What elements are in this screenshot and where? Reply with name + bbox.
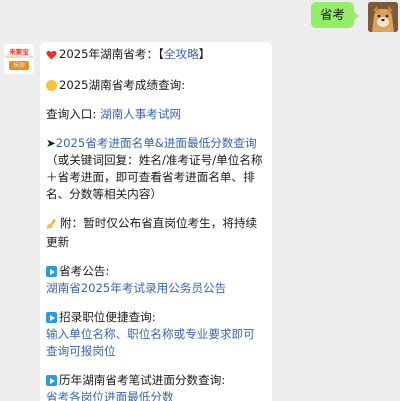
line-announcement: 省考公告: 湖南省2025年考试录用公务员公告 — [46, 263, 266, 297]
user-message-text: 省考 — [319, 7, 345, 22]
line-guide: 2025年湖南省考：【全攻略】 — [46, 46, 266, 65]
history-scores-title: 历年湖南省考笔试进面分数查询: — [59, 373, 226, 387]
logo-city-badge: 长沙 — [9, 61, 29, 70]
writing-hand-icon — [46, 217, 58, 234]
guide-suffix: 】 — [198, 47, 211, 61]
interview-list-link[interactable]: 2025省考进面名单&进面最低分数查询 — [56, 136, 257, 150]
history-scores-link[interactable]: 省考各岗位进面最低分数 — [46, 390, 174, 401]
line-score-query: 2025湖南省考成绩查询: — [46, 77, 266, 94]
orange-circle-icon — [46, 80, 57, 91]
position-query-link[interactable]: 输入单位名称、职位名称或专业要求即可查询可报岗位 — [46, 327, 255, 358]
arrow-icon: ➤ — [46, 136, 56, 150]
position-query-title: 招录职位便捷查询: — [59, 310, 156, 324]
play-button-icon — [46, 375, 57, 386]
query-entry-prefix: 查询入口: — [46, 107, 100, 121]
bot-message-bubble: 2025年湖南省考：【全攻略】 2025湖南省考成绩查询: 查询入口: 湖南人事… — [40, 42, 272, 401]
line-query-entry: 查询入口: 湖南人事考试网 — [46, 106, 266, 123]
user-avatar[interactable] — [368, 2, 398, 32]
score-query-text: 2025湖南省考成绩查询: — [59, 78, 186, 92]
heart-icon — [46, 48, 57, 65]
dog-avatar-icon — [368, 2, 398, 32]
line-interview-list: ➤2025省考进面名单&进面最低分数查询 （或关键词回复：姓名/准考证号/单位名… — [46, 135, 266, 203]
bot-avatar[interactable]: 来聚宝 RENJUBAO.COM 长沙 — [4, 44, 34, 74]
play-button-icon — [46, 312, 57, 323]
line-history-scores: 历年湖南省考笔试进面分数查询: 省考各岗位进面最低分数 — [46, 372, 266, 401]
line-position-query: 招录职位便捷查询: 输入单位名称、职位名称或专业要求即可查询可报岗位 — [46, 309, 266, 360]
announcement-title: 省考公告: — [59, 264, 110, 278]
notice-text: 附：暂时仅公布省直岗位考生，将持续更新 — [46, 216, 258, 249]
interview-list-note: （或关键词回复：姓名/准考证号/单位名称＋省考进面，即可查看省考进面名单、排名、… — [46, 153, 263, 201]
guide-link[interactable]: 全攻略 — [164, 47, 199, 61]
logo-subtitle: RENJUBAO.COM — [5, 55, 33, 59]
announcement-link[interactable]: 湖南省2025年考试录用公务员公告 — [46, 281, 226, 295]
user-message-bubble: 省考 — [310, 2, 360, 28]
hunan-exam-site-link[interactable]: 湖南人事考试网 — [100, 107, 181, 121]
guide-prefix: 2025年湖南省考：【 — [59, 47, 164, 61]
play-button-icon — [46, 266, 57, 277]
line-notice: 附：暂时仅公布省直岗位考生，将持续更新 — [46, 215, 266, 251]
